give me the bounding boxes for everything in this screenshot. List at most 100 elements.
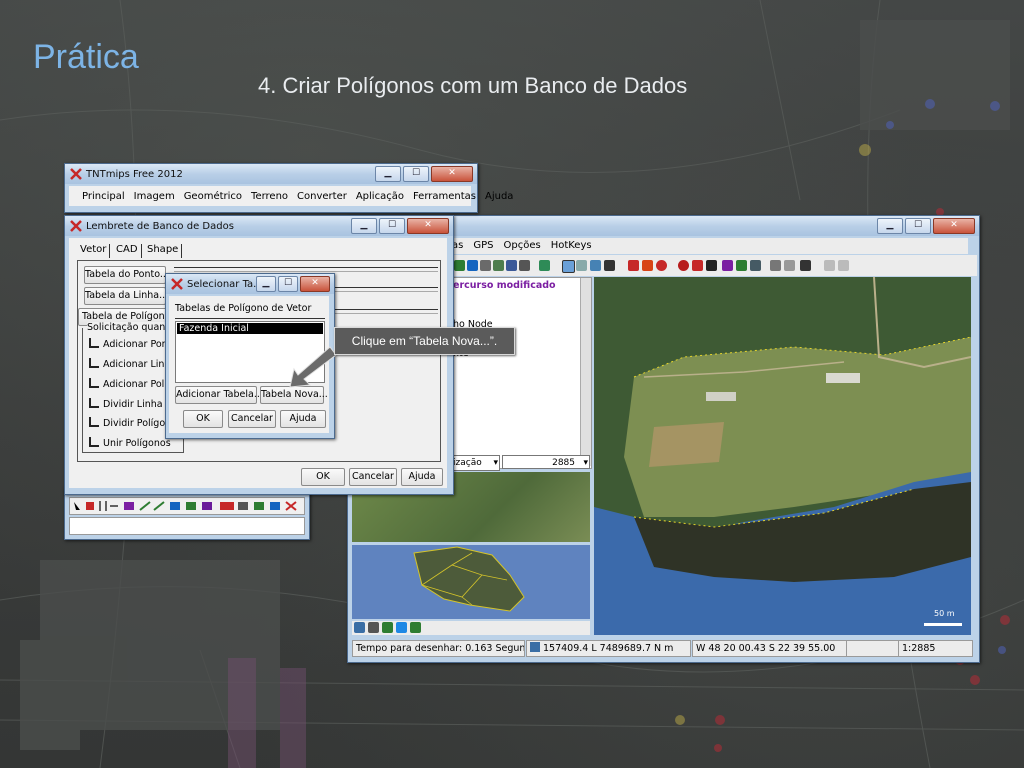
menu-geometrico[interactable]: Geométrico	[184, 191, 242, 202]
close-icon[interactable]: ✕	[300, 276, 330, 292]
line-table-button[interactable]: Tabela da Linha...	[84, 287, 168, 305]
select-cancel-button[interactable]: Cancelar	[228, 410, 276, 428]
minimize-icon[interactable]: ▁	[877, 218, 903, 234]
tntmips-logo-icon	[70, 168, 82, 180]
maximize-icon[interactable]: ☐	[278, 276, 298, 292]
tool-icon-1[interactable]	[454, 260, 465, 271]
tool-icon-22[interactable]	[784, 260, 795, 271]
dropdown-arrow-icon: ▾	[493, 458, 498, 468]
add-table-button[interactable]: Adicionar Tabela...	[175, 386, 263, 404]
tool-icon-20[interactable]	[750, 260, 761, 271]
refresh-icon[interactable]	[410, 622, 421, 633]
tool-icon-15[interactable]	[678, 260, 689, 271]
select-ok-button[interactable]: OK	[183, 410, 223, 428]
dropdown-arrow-icon: ▾	[583, 458, 588, 468]
tool-icon-8[interactable]	[562, 260, 575, 273]
prompt-group-label: Solicitação quand	[87, 322, 172, 333]
status-blank	[846, 640, 899, 657]
checkbox-icon	[89, 338, 99, 348]
tool-icon-9[interactable]	[576, 260, 587, 271]
minimize-icon[interactable]: ▁	[375, 166, 401, 182]
menu-hotkeys[interactable]: HotKeys	[551, 238, 592, 254]
edit-tools-icon[interactable]	[722, 260, 733, 271]
slide-subtitle: 4. Criar Polígonos com um Banco de Dados	[258, 73, 688, 98]
reminder-ok-button[interactable]: OK	[301, 468, 345, 486]
menu-converter[interactable]: Converter	[297, 191, 347, 202]
tool-icon-23[interactable]	[800, 260, 811, 271]
option-add-point[interactable]: Adicionar Ponto	[89, 338, 177, 350]
menu-aplicacao[interactable]: Aplicação	[356, 191, 404, 202]
zoom-in-icon[interactable]	[368, 622, 379, 633]
tool-icon-4[interactable]	[493, 260, 504, 271]
close-icon[interactable]: ✕	[933, 218, 975, 234]
slide-title: Prática	[33, 38, 139, 76]
menu-ferramentas[interactable]: Ferramentas	[413, 191, 476, 202]
menu-ajuda[interactable]: Ajuda	[485, 191, 513, 202]
menu-terreno[interactable]: Terreno	[251, 191, 288, 202]
tool-icon-3[interactable]	[480, 260, 491, 271]
tntmips-menubar: Principal Imagem Geométrico Terreno Conv…	[69, 186, 513, 206]
instruction-callout: Clique em “Tabela Nova...”.	[334, 327, 515, 355]
maximize-icon[interactable]: ☐	[403, 166, 429, 182]
reminder-help-button[interactable]: Ajuda	[401, 468, 443, 486]
tool-icon-5[interactable]	[506, 260, 517, 271]
menu-gps[interactable]: GPS	[473, 238, 493, 254]
option-merge-polygons[interactable]: Unir Polígonos	[89, 437, 171, 449]
reminder-cancel-button[interactable]: Cancelar	[349, 468, 397, 486]
close-icon[interactable]: ✕	[431, 166, 473, 182]
tool-icon-11[interactable]	[604, 260, 615, 271]
scale-bar-label: 50 m	[934, 609, 955, 618]
option-split-polygon[interactable]: Dividir Polígono	[89, 417, 177, 429]
tool-icon-13[interactable]	[642, 260, 653, 271]
pan-icon[interactable]	[396, 622, 407, 633]
menu-imagem[interactable]: Imagem	[134, 191, 175, 202]
tool-icon-6[interactable]	[519, 260, 530, 271]
select-dialog-titlebar[interactable]: Selecionar Ta... ▁ ☐ ✕	[166, 274, 334, 294]
point-table-button[interactable]: Tabela do Ponto...	[84, 266, 169, 284]
redo-icon[interactable]	[838, 260, 849, 271]
zoom-out-icon[interactable]	[382, 622, 393, 633]
info-line-modified: ercurso modificado	[453, 280, 556, 291]
tntmips-titlebar[interactable]: TNTmips Free 2012 ▁ ☐ ✕	[65, 164, 477, 184]
minimize-icon[interactable]: ▁	[351, 218, 377, 234]
zoom-icon[interactable]	[692, 260, 703, 271]
main-satellite-map[interactable]: 50 m	[594, 277, 971, 635]
option-split-line[interactable]: Dividir Linha	[89, 398, 163, 410]
tool-icon-14[interactable]	[656, 260, 667, 271]
tool-icon-12[interactable]	[628, 260, 639, 271]
edit-tool-input[interactable]	[69, 517, 305, 535]
status-coordinates: 157409.4 L 7489689.7 N m	[526, 640, 691, 657]
scale-dropdown[interactable]: 2885 ▾	[502, 455, 590, 469]
overview-polygon-map[interactable]	[352, 545, 590, 619]
polygon-tables-separator	[175, 318, 325, 319]
layer-dropdown[interactable]: ização ▾	[452, 455, 500, 471]
tool-icon-7[interactable]	[539, 260, 550, 271]
status-scale: 1:2885	[898, 640, 973, 657]
close-icon[interactable]: ✕	[407, 218, 449, 234]
list-item[interactable]: Fazenda Inicial	[177, 323, 323, 334]
option-add-line[interactable]: Adicionar Linha	[89, 358, 176, 370]
tab-vetor[interactable]: Vetor	[77, 244, 111, 258]
tool-icon-2[interactable]	[467, 260, 478, 271]
minimize-icon[interactable]: ▁	[256, 276, 276, 292]
coordinate-mode-icon[interactable]	[530, 642, 540, 652]
info-panel-scrollbar[interactable]	[580, 278, 591, 466]
tool-icon-10[interactable]	[590, 260, 601, 271]
option-split-line-label: Dividir Linha	[103, 399, 163, 410]
status-coordinates-value: 157409.4 L 7489689.7 N m	[543, 643, 674, 654]
tab-cad[interactable]: CAD	[113, 244, 142, 258]
maximize-icon[interactable]: ☐	[905, 218, 931, 234]
menu-options[interactable]: Opções	[503, 238, 540, 254]
layer-list-icon[interactable]	[354, 622, 365, 633]
tool-icon-19[interactable]	[736, 260, 747, 271]
edit-toolbar-window	[64, 488, 310, 540]
reminder-titlebar[interactable]: Lembrete de Banco de Dados ▁ ☐ ✕	[65, 216, 453, 236]
tool-icon-21[interactable]	[770, 260, 781, 271]
tntmips-logo-icon	[171, 278, 183, 290]
undo-icon[interactable]	[824, 260, 835, 271]
maximize-icon[interactable]: ☐	[379, 218, 405, 234]
menu-principal[interactable]: Principal	[82, 191, 125, 202]
point-table-line	[174, 267, 438, 272]
tab-shape[interactable]: Shape	[144, 244, 183, 258]
pointer-arrow-icon[interactable]	[706, 260, 717, 271]
